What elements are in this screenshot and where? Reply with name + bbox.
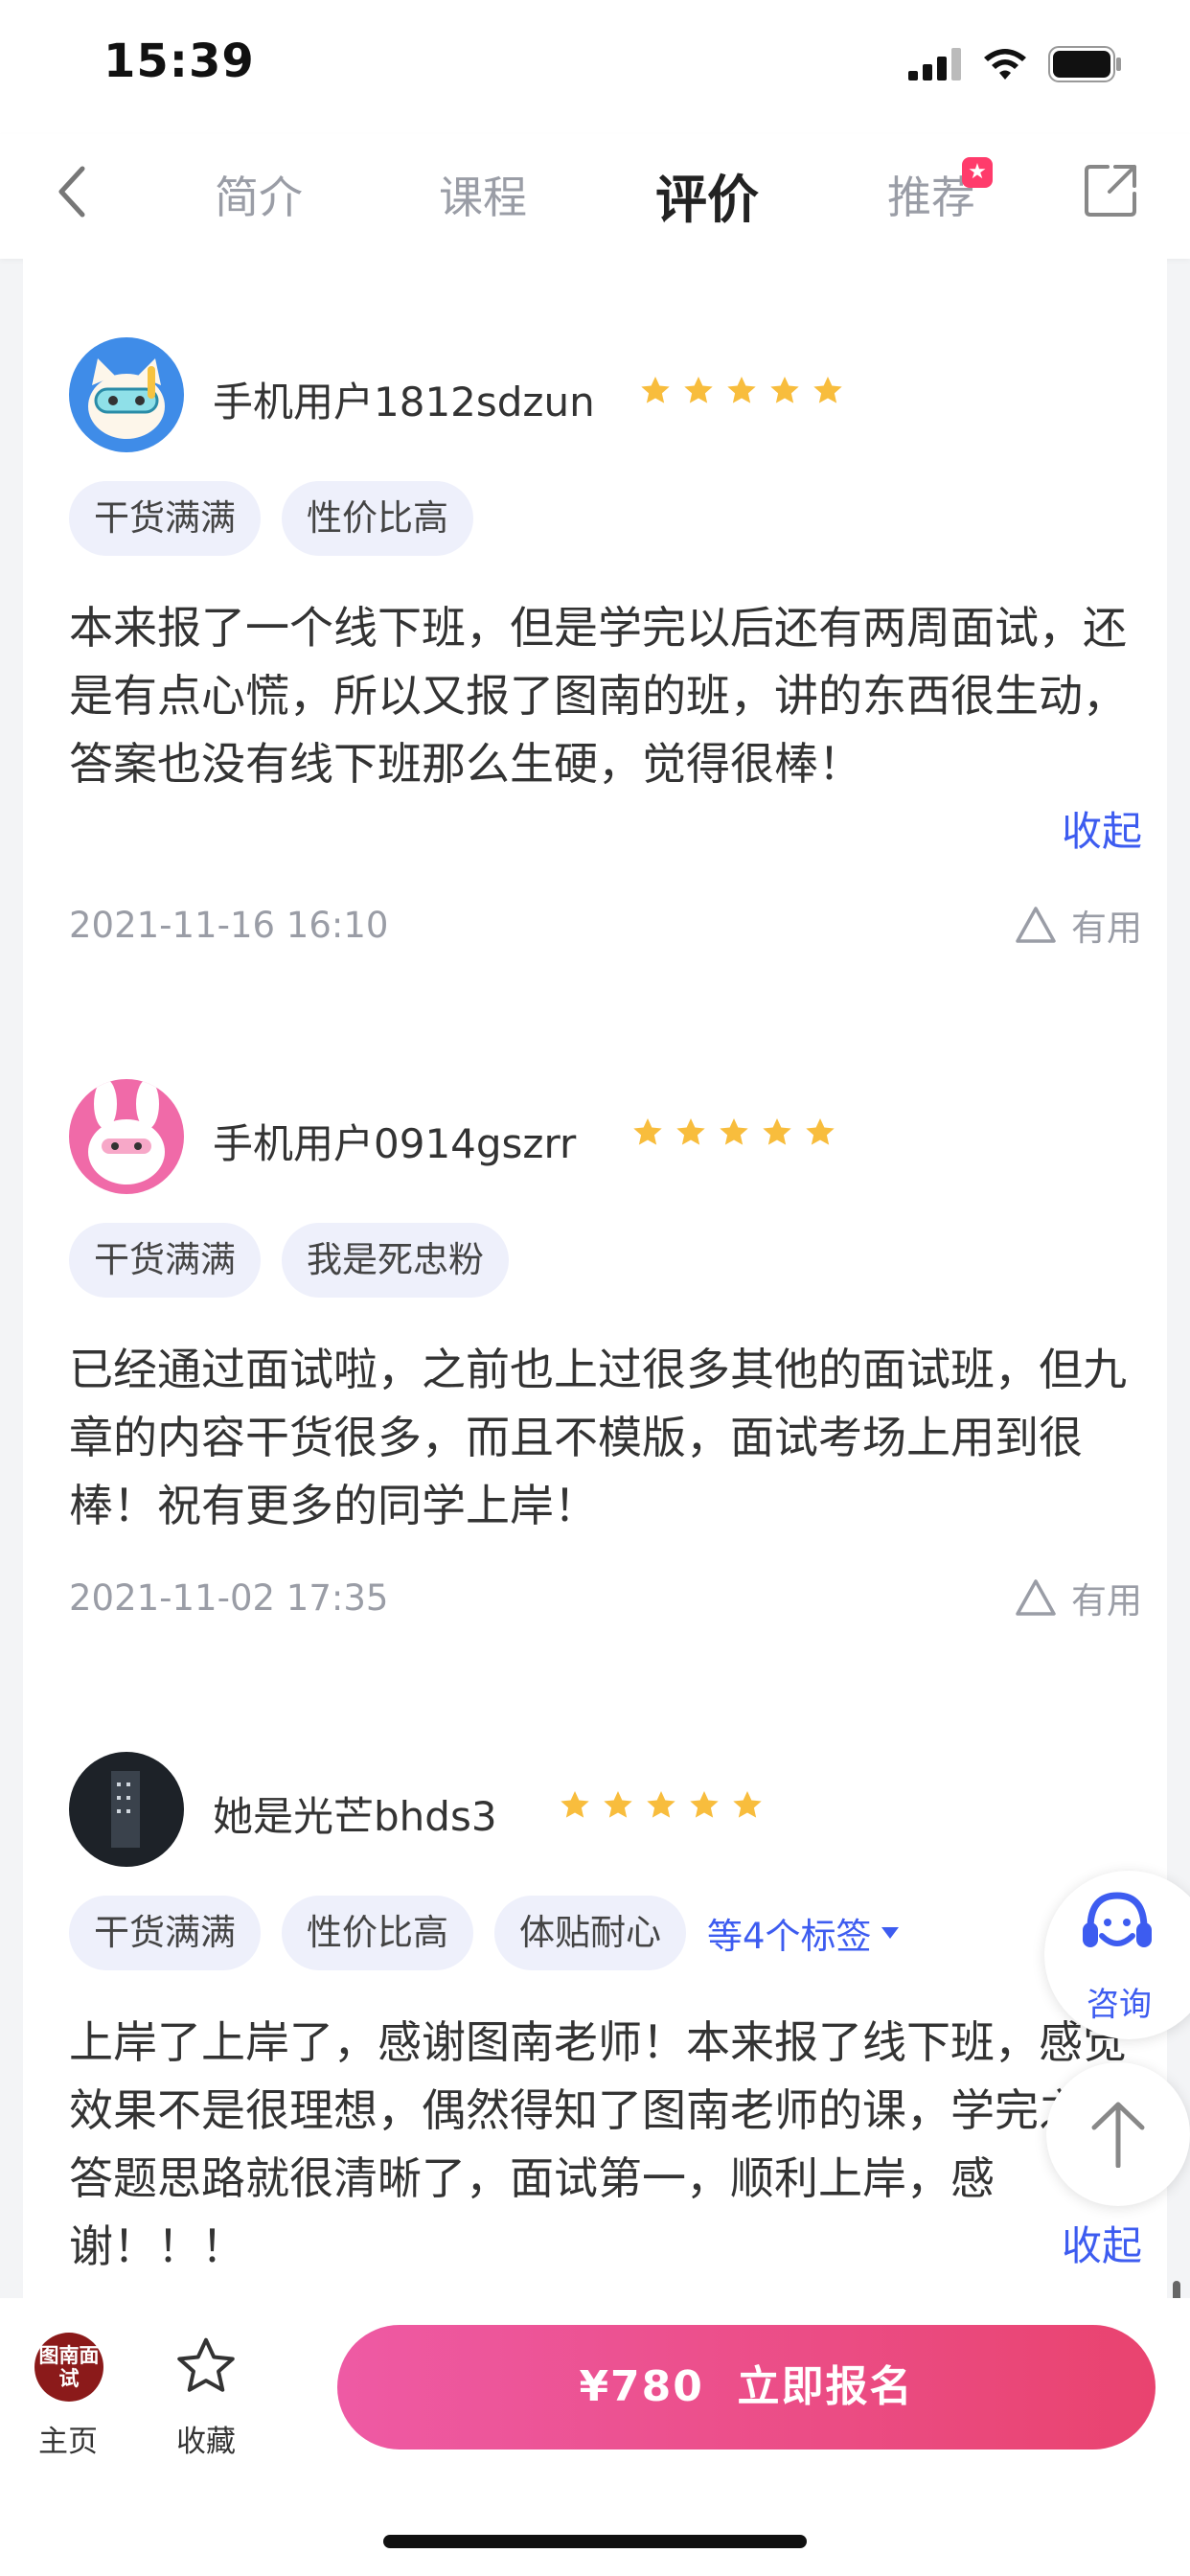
star-icon: [720, 1118, 748, 1145]
review-tags: 干货满满 性价比高: [69, 481, 473, 556]
avatar[interactable]: [69, 337, 184, 452]
star-icon: [561, 1791, 589, 1818]
collapse-link[interactable]: 收起: [1062, 2214, 1142, 2272]
home-label[interactable]: 主页: [38, 2417, 98, 2460]
star-icon: [641, 377, 670, 403]
star-icon: [763, 1118, 791, 1145]
wifi-icon: [984, 49, 1026, 80]
avatar[interactable]: [69, 1079, 184, 1194]
review-content: 已经通过面试啦，之前也上过很多其他的面试班，但九章的内容干货很多，而且不模版，面…: [69, 1344, 1127, 1531]
review-item: 她是光芒bhds3 干货满满 性价比高 体贴耐心 等4个标签 上岸了上岸了，感谢…: [69, 1752, 1142, 2300]
useful-button[interactable]: 有用: [1014, 1572, 1142, 1623]
avatar[interactable]: [69, 1752, 184, 1867]
collapse-link[interactable]: 收起: [1062, 799, 1142, 858]
review-content: 上岸了上岸了，感谢图南老师！本来报了线下班，感觉效果不是很理想，偶然得知了图南老…: [69, 2016, 1127, 2272]
enroll-button[interactable]: ¥780 立即报名: [337, 2325, 1156, 2450]
useful-label: 有用: [1071, 908, 1142, 949]
star-outline-icon[interactable]: [172, 2334, 240, 2400]
favorite-label[interactable]: 收藏: [176, 2417, 236, 2460]
review-date: 2021-11-16 16:10: [69, 905, 389, 946]
username[interactable]: 手机用户1812sdzun: [213, 370, 595, 428]
recommend-badge-icon: ★: [962, 157, 993, 188]
review-tag: 体贴耐心: [494, 1896, 686, 1970]
share-icon[interactable]: [1083, 161, 1140, 218]
star-icon: [604, 1791, 632, 1818]
home-logo-icon[interactable]: 图南面试: [34, 2333, 103, 2402]
review-tag: 干货满满: [69, 1223, 261, 1298]
review-item: 手机用户0914gszrr 干货满满 我是死忠粉 已经通过面试啦，之前也上过很多…: [69, 1079, 1142, 1750]
thumb-up-icon: [1016, 907, 1056, 943]
tab-recommend[interactable]: 推荐 ★: [887, 157, 993, 226]
star-icon: [806, 1118, 835, 1145]
review-meta: 2021-11-02 17:35 有用: [69, 1577, 1142, 1635]
review-tag: 我是死忠粉: [282, 1223, 509, 1298]
useful-button[interactable]: 有用: [1014, 899, 1142, 951]
rating-stars: [630, 1116, 837, 1150]
triangle-down-icon: [881, 1927, 899, 1939]
arrow-up-icon: [1091, 2102, 1145, 2168]
review-meta: 2021-11-16 16:10 有用: [69, 905, 1142, 962]
rating-stars: [558, 1788, 765, 1823]
star-icon: [733, 1791, 762, 1818]
review-tag: 性价比高: [282, 481, 473, 556]
useful-label: 有用: [1071, 1580, 1142, 1622]
status-time: 15:39: [103, 34, 255, 88]
username[interactable]: 她是光芒bhds3: [213, 1784, 497, 1843]
battery-icon: [1048, 46, 1121, 82]
tab-bar: 简介 课程 评价 推荐 ★: [192, 157, 1016, 240]
star-icon: [770, 377, 799, 403]
star-icon: [684, 377, 713, 403]
status-icons: [908, 46, 1123, 82]
review-tag: 性价比高: [282, 1896, 473, 1970]
review-content: 本来报了一个线下班，但是学完以后还有两周面试，还是有点心慌，所以又报了图南的班，…: [69, 602, 1127, 790]
tab-course[interactable]: 课程: [439, 163, 527, 226]
rating-stars: [638, 374, 845, 408]
customer-service-icon: [1083, 1892, 1152, 1947]
status-bar: 15:39: [0, 0, 1190, 134]
signal-icon: [908, 48, 961, 80]
more-tags-label: 等4个标签: [707, 1916, 872, 1957]
nav-bar: 简介 课程 评价 推荐 ★: [0, 134, 1190, 259]
home-indicator: [383, 2535, 807, 2548]
tab-intro[interactable]: 简介: [215, 163, 303, 226]
star-icon: [633, 1118, 662, 1145]
thumb-up-icon: [1016, 1579, 1056, 1616]
reviews-list[interactable]: 手机用户1812sdzun 干货满满 性价比高 本来报了一个线下班，但是学完以后…: [23, 259, 1167, 2300]
star-icon: [690, 1791, 719, 1818]
star-icon: [813, 377, 842, 403]
review-tags: 干货满满 性价比高 体贴耐心 等4个标签: [69, 1896, 901, 1970]
tab-reviews[interactable]: 评价: [655, 157, 759, 233]
review-tag: 干货满满: [69, 1896, 261, 1970]
back-to-top-button[interactable]: [1046, 2062, 1190, 2206]
consult-label: 咨询: [1087, 1986, 1152, 2024]
star-icon: [727, 377, 756, 403]
review-tag: 干货满满: [69, 481, 261, 556]
star-icon: [647, 1791, 675, 1818]
username[interactable]: 手机用户0914gszrr: [213, 1112, 576, 1170]
review-date: 2021-11-02 17:35: [69, 1577, 389, 1619]
review-tags: 干货满满 我是死忠粉: [69, 1223, 509, 1298]
star-icon: [676, 1118, 705, 1145]
review-item: 手机用户1812sdzun 干货满满 性价比高 本来报了一个线下班，但是学完以后…: [69, 337, 1142, 1200]
back-icon[interactable]: [52, 163, 90, 220]
more-tags-toggle[interactable]: 等4个标签: [707, 1907, 901, 1959]
